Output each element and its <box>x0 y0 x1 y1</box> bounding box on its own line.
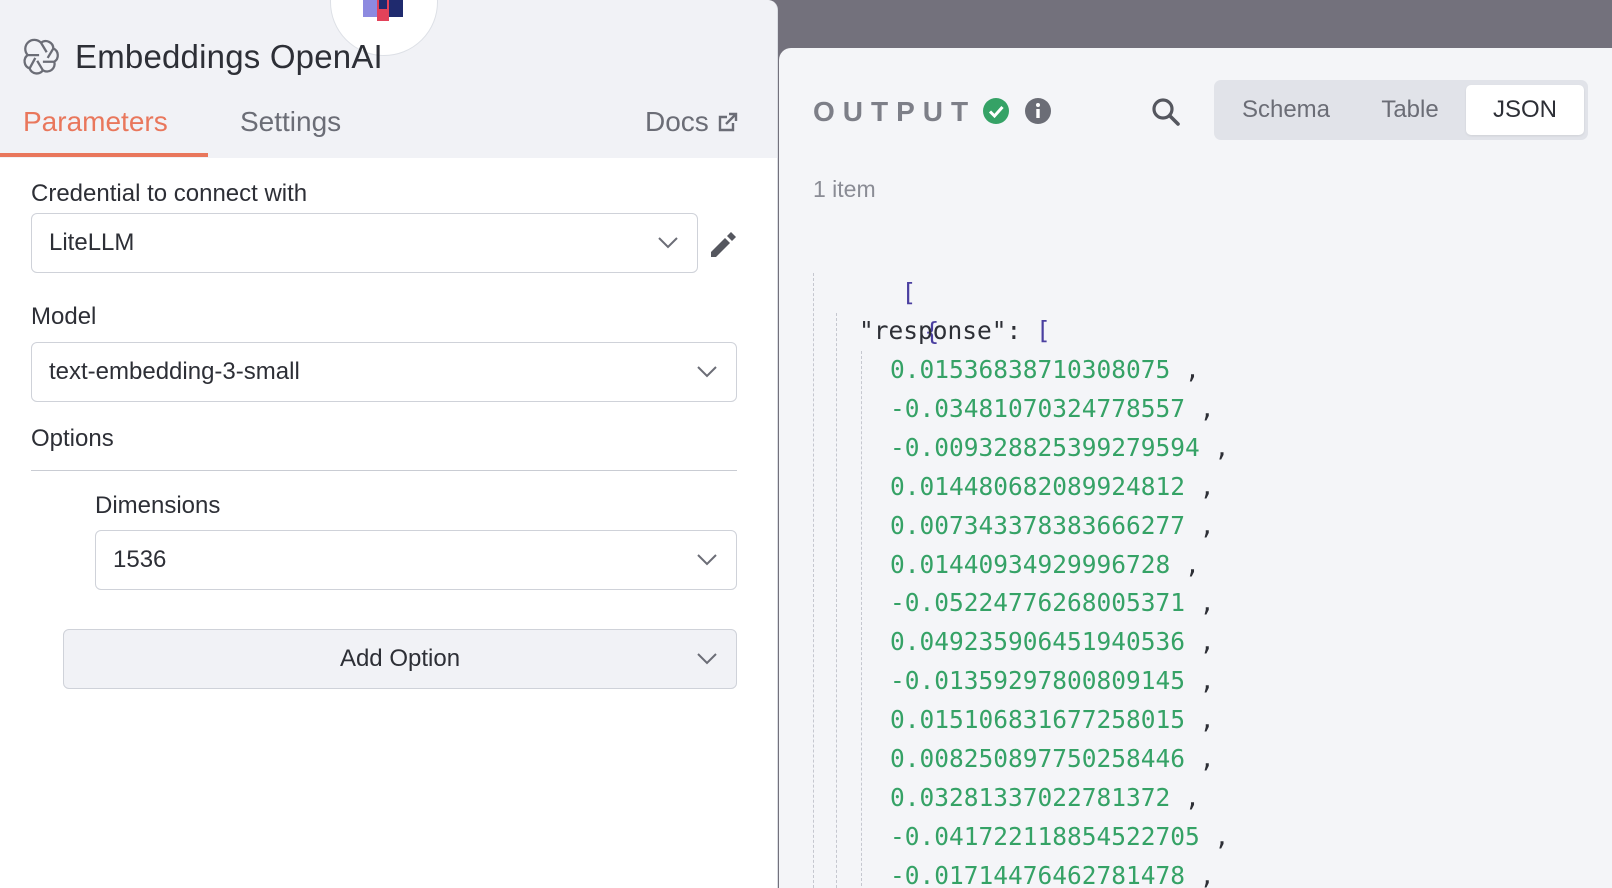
json-number: 0.049235906451940536 <box>890 627 1186 657</box>
model-label: Model <box>31 303 97 330</box>
external-link-icon <box>718 112 737 132</box>
json-value-line: 0.03281337022781372 , <box>890 778 1200 818</box>
json-number: -0.05224776268005371 <box>890 588 1186 618</box>
json-value-line: -0.05224776268005371 , <box>890 583 1215 623</box>
json-comma: , <box>1185 471 1215 501</box>
parameters-panel: Embeddings OpenAI Parameters Settings Do… <box>0 0 778 888</box>
json-value-line: -0.009328825399279594 , <box>890 428 1229 468</box>
json-line: [ <box>813 233 917 307</box>
json-comma: , <box>1185 705 1215 735</box>
json-value-line: 0.014480682089924812 , <box>890 467 1215 507</box>
json-comma: , <box>1185 860 1215 888</box>
json-value-line: 0.008250897750258446 , <box>890 739 1215 779</box>
view-json-button[interactable]: JSON <box>1466 85 1584 135</box>
options-label: Options <box>31 425 114 452</box>
json-value-line: -0.041722118854522705 , <box>890 817 1229 857</box>
json-number: -0.03481070324778557 <box>890 393 1186 423</box>
indent-guide <box>836 313 837 888</box>
json-comma: , <box>1185 627 1215 657</box>
json-output[interactable]: [ { "response": [ 0.01536838710308075 ,-… <box>813 233 1603 888</box>
success-check-icon <box>983 98 1009 124</box>
active-tab-indicator <box>0 153 208 157</box>
tab-parameters[interactable]: Parameters <box>23 106 168 138</box>
options-divider <box>31 470 737 471</box>
docs-link[interactable]: Docs <box>645 106 739 138</box>
json-key-open: [ <box>1036 316 1051 345</box>
json-number: 0.014480682089924812 <box>890 471 1186 501</box>
json-number: 0.01536838710308075 <box>890 355 1171 384</box>
chevron-down-icon <box>697 366 717 378</box>
info-icon[interactable] <box>1024 97 1052 125</box>
json-value-line: 0.007343378383666277 , <box>890 506 1215 546</box>
dimensions-select[interactable]: 1536 <box>95 530 737 590</box>
item-count: 1 item <box>813 176 876 202</box>
json-key: "response" <box>859 316 1007 345</box>
json-comma: , <box>1199 432 1230 462</box>
json-number: 0.008250897750258446 <box>890 744 1186 773</box>
add-option-button[interactable]: Add Option <box>63 629 737 689</box>
json-comma: , <box>1185 510 1215 540</box>
json-comma: , <box>1185 666 1215 696</box>
json-number: -0.009328825399279594 <box>890 432 1200 462</box>
search-icon[interactable] <box>1151 97 1181 127</box>
json-value-line: -0.01359297800809145 , <box>890 661 1215 701</box>
tab-settings[interactable]: Settings <box>240 106 341 138</box>
json-comma: , <box>1185 744 1215 773</box>
dimensions-value: 1536 <box>113 546 167 573</box>
json-value-line: 0.049235906451940536 , <box>890 622 1215 662</box>
json-line: "response": [ <box>859 316 1051 345</box>
json-value-line: 0.01536838710308075 , <box>890 350 1200 390</box>
json-number: 0.03281337022781372 <box>890 782 1171 812</box>
dimensions-label: Dimensions <box>95 492 221 519</box>
chevron-down-icon <box>697 554 717 566</box>
output-panel: OUTPUT Schema Table JSON 1 item [ { "res… <box>779 48 1612 888</box>
json-number: 0.015106831677258015 <box>890 705 1186 735</box>
json-number: 0.007343378383666277 <box>890 510 1186 540</box>
chevron-down-icon <box>658 237 678 249</box>
view-table-button[interactable]: Table <box>1356 85 1464 135</box>
json-comma: , <box>1170 782 1200 812</box>
json-value-line: 0.01440934929996728 , <box>890 545 1200 585</box>
json-comma: , <box>1199 821 1230 851</box>
view-toggle: Schema Table JSON <box>1214 80 1588 140</box>
view-schema-button[interactable]: Schema <box>1218 85 1354 135</box>
json-comma: , <box>1185 393 1215 423</box>
json-comma: , <box>1170 355 1200 384</box>
credential-label: Credential to connect with <box>31 180 308 207</box>
node-title: Embeddings OpenAI <box>75 38 383 75</box>
json-line: { <box>836 272 940 346</box>
json-value-line: -0.01714476462781478 , <box>890 856 1215 888</box>
credential-value: LiteLLM <box>49 229 135 256</box>
json-number: 0.01440934929996728 <box>890 549 1171 579</box>
json-number: -0.01359297800809145 <box>890 666 1186 696</box>
model-select[interactable]: text-embedding-3-small <box>31 342 737 402</box>
indent-guide <box>861 351 862 888</box>
output-heading: OUTPUT <box>813 96 977 127</box>
panel-header: Embeddings OpenAI Parameters Settings Do… <box>0 0 777 158</box>
openai-icon <box>23 38 59 75</box>
model-value: text-embedding-3-small <box>49 358 300 385</box>
docs-label: Docs <box>645 106 709 137</box>
edit-credential-icon[interactable] <box>707 230 737 260</box>
json-value-line: 0.015106831677258015 , <box>890 700 1215 740</box>
json-comma: , <box>1170 549 1200 579</box>
cube-logo-icon <box>363 0 403 21</box>
indent-guide <box>813 273 814 888</box>
chevron-down-icon <box>697 653 717 665</box>
json-comma: , <box>1185 588 1215 618</box>
credential-select[interactable]: LiteLLM <box>31 213 698 273</box>
json-number: -0.01714476462781478 <box>890 860 1186 888</box>
json-value-line: -0.03481070324778557 , <box>890 389 1215 429</box>
add-option-label: Add Option <box>339 645 461 672</box>
json-number: -0.041722118854522705 <box>890 821 1200 851</box>
